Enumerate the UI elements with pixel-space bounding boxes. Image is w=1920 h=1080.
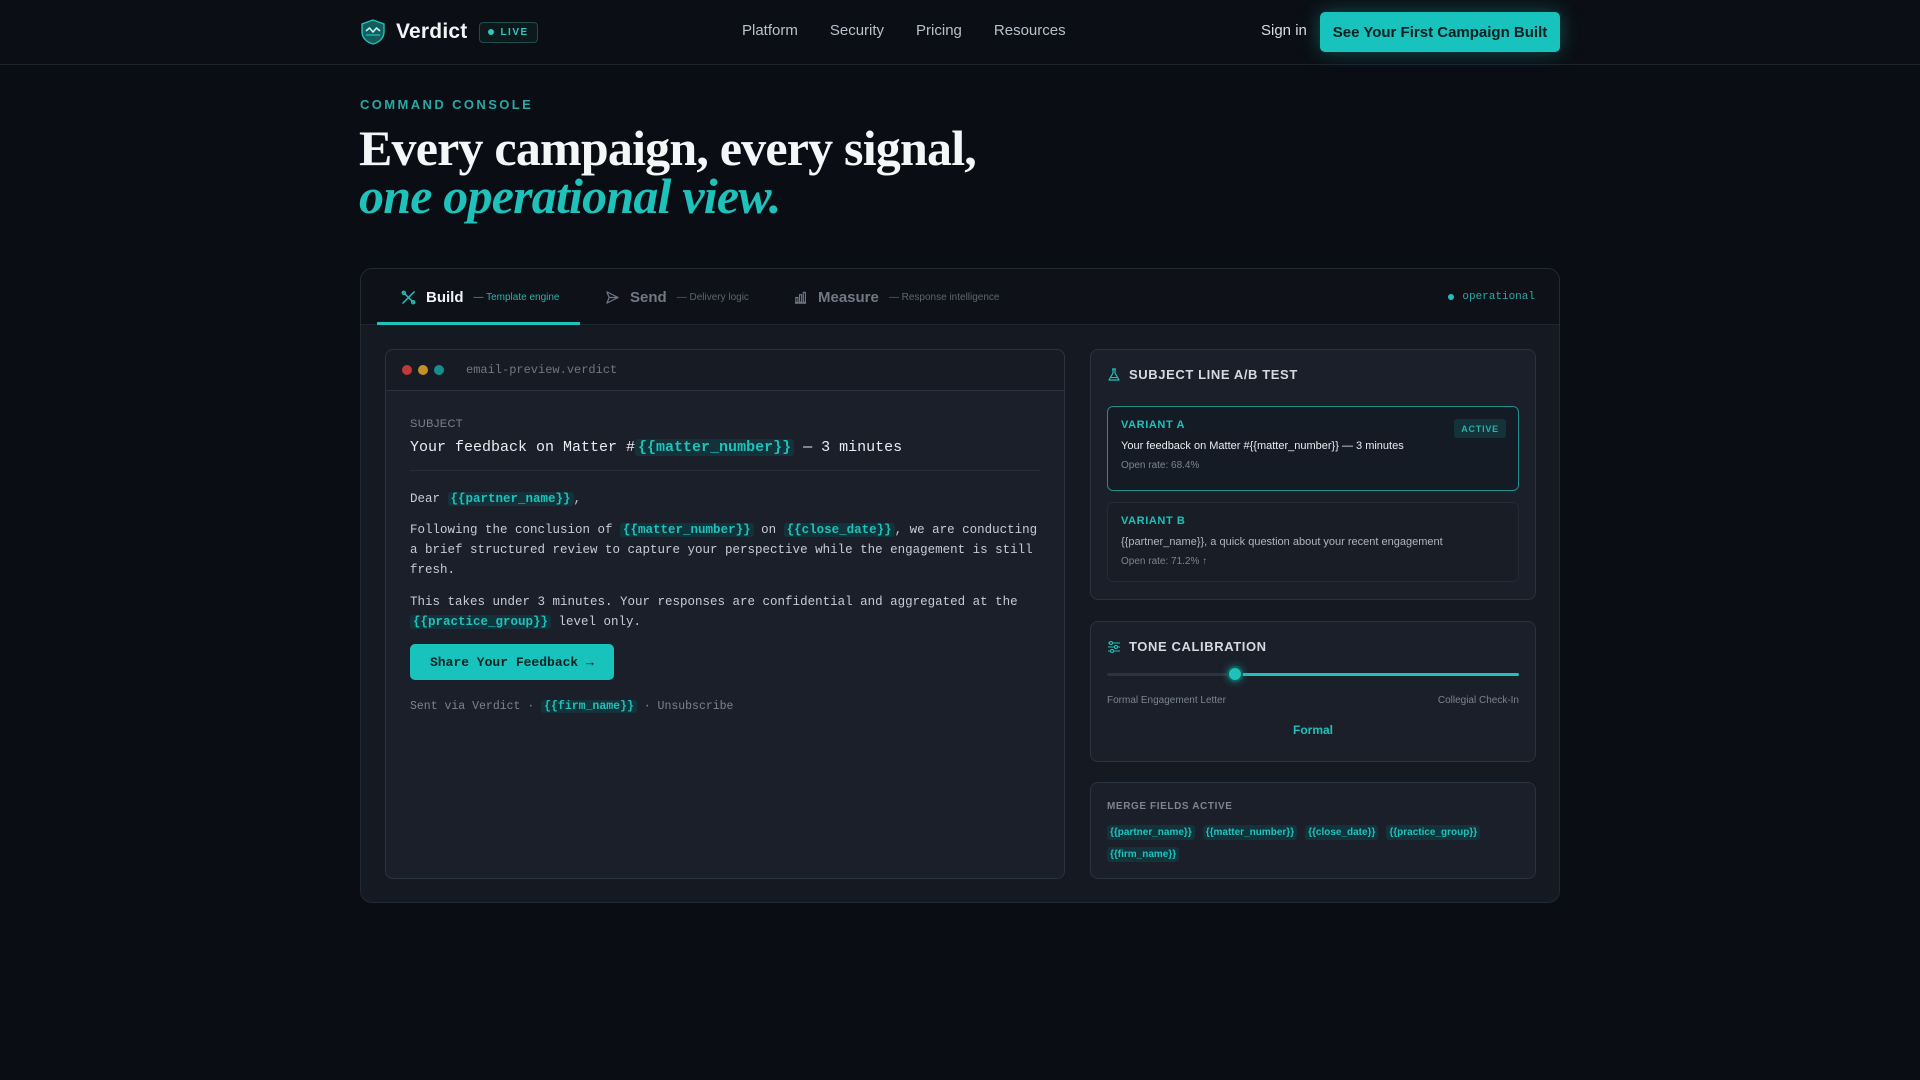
sliders-icon [1108,640,1120,653]
tone-title: TONE CALIBRATION [1107,639,1267,654]
hero-eyebrow: COMMAND CONSOLE [360,97,534,112]
tone-left-label: Formal Engagement Letter [1107,695,1226,706]
merge-field-chips: {{partner_name}} {{matter_number}} {{close… [1107,825,1519,869]
p2-text-b: level only. [551,615,642,629]
subject-prefix: Your feedback on Matter # [410,439,636,456]
status-text: operational [1462,291,1535,303]
tab-send-sub: — Delivery logic [676,291,749,303]
verdict-shield-icon [361,19,385,45]
live-label: LIVE [500,26,529,38]
p1-text-a: Following the conclusion of [410,523,621,537]
tone-slider-thumb[interactable] [1226,666,1243,682]
merge-field-matter-number: {{matter_number}} [635,439,795,456]
tab-send[interactable]: Send — Delivery logic [605,269,749,325]
unsubscribe-link[interactable]: · Unsubscribe [637,700,734,713]
footer-text-a: Sent via Verdict · [410,700,542,713]
hero-headline-accent: one operational view. [359,168,781,224]
merge-field-chip[interactable]: {{partner_name}} [1107,825,1195,840]
email-paragraph-1: Following the conclusion of {{matter_num… [410,520,1040,580]
email-preview-titlebar: email-preview.verdict [386,350,1064,391]
tone-slider[interactable] [1107,666,1519,682]
variant-a-label: VARIANT A [1121,419,1186,431]
p1-text-b: on [753,523,784,537]
merge-field-close-date: {{close_date}} [783,523,895,537]
merge-field-chip[interactable]: {{matter_number}} [1202,825,1298,840]
tone-title-text: TONE CALIBRATION [1129,639,1267,654]
active-tab-indicator [377,322,580,325]
window-close-dot-icon [402,365,412,375]
tone-value: Formal [1292,723,1333,737]
nav-link-resources[interactable]: Resources [994,22,1066,39]
variant-b-open-rate: Open rate: 71.2% ↑ [1121,556,1208,567]
nav-link-platform[interactable]: Platform [742,22,798,39]
bar-chart-icon [794,291,807,304]
tab-build[interactable]: Build — Template engine [401,269,559,325]
sign-in-link[interactable]: Sign in [1261,22,1307,39]
tab-measure[interactable]: Measure — Response intelligence [793,269,1000,325]
merge-field-practice-group: {{practice_group}} [410,615,552,629]
variant-b[interactable]: VARIANT B {{partner_name}}, a quick ques… [1107,502,1519,582]
window-minimize-dot-icon [418,365,428,375]
variant-b-label: VARIANT B [1121,515,1186,527]
system-status: operational [1448,291,1535,303]
tab-build-sub: — Template engine [473,291,560,303]
nav-links: Platform Security Pricing Resources [742,22,1098,39]
subject-label: SUBJECT [410,418,463,430]
live-dot-icon [488,29,495,35]
merge-field-partner-name: {{partner_name}} [447,492,574,506]
ab-test-title-text: SUBJECT LINE A/B TEST [1129,367,1298,382]
live-badge: LIVE [479,21,538,43]
tab-build-label: Build [426,288,464,306]
tab-send-label: Send [630,288,667,306]
status-dot-icon [1448,294,1455,300]
merge-fields-title: MERGE FIELDS ACTIVE [1107,801,1233,812]
tab-measure-sub: — Response intelligence [888,291,1000,303]
brand-name: Verdict [396,20,468,43]
variant-a[interactable]: VARIANT A ACTIVE Your feedback on Matter… [1107,406,1519,491]
merge-field-chip[interactable]: {{practice_group}} [1386,825,1481,840]
nav-link-security[interactable]: Security [830,22,884,39]
p2-text-a: This takes under 3 minutes. Your respons… [410,595,1018,609]
see-campaign-button[interactable]: See Your First Campaign Built [1320,12,1560,52]
variant-b-subject: {{partner_name}}, a quick question about… [1121,536,1443,548]
share-feedback-button[interactable]: Share Your Feedback → [410,644,614,680]
console-tabbar: Build — Template engine Send — Delivery … [361,269,1559,325]
send-icon [606,290,619,304]
brand[interactable]: Verdict LIVE [360,18,538,46]
email-paragraph-2: This takes under 3 minutes. Your respons… [410,592,1040,632]
active-badge: ACTIVE [1454,419,1506,438]
top-nav: Verdict LIVE Platform Security Pricing R… [0,0,1920,65]
variant-a-open-rate: Open rate: 68.4% [1121,460,1200,471]
email-footer: Sent via Verdict · {{firm_name}} · Unsub… [410,700,1040,713]
tone-right-label: Collegial Check-In [1437,695,1519,706]
ab-test-title: SUBJECT LINE A/B TEST [1107,367,1298,382]
variant-a-subject: Your feedback on Matter #{{matter_number… [1121,440,1404,452]
email-greeting: Dear {{partner_name}}, [410,489,1040,509]
tone-slider-fill [1234,673,1519,676]
merge-fields-card: MERGE FIELDS ACTIVE {{partner_name}} {{ma… [1090,782,1536,879]
subject-line: Your feedback on Matter # {{matter_number… [410,439,1040,471]
merge-field-matter-number: {{matter_number}} [620,523,754,537]
merge-field-chip[interactable]: {{firm_name}} [1107,847,1180,862]
command-console: Build — Template engine Send — Delivery … [360,268,1560,903]
nav-link-pricing[interactable]: Pricing [916,22,962,39]
email-body: SUBJECT Your feedback on Matter # {{matte… [410,418,1040,713]
greeting-end: , [573,492,582,506]
email-filename: email-preview.verdict [466,363,618,377]
feedback-button-wrap: Share Your Feedback → [410,644,1040,680]
tools-icon [401,290,416,304]
flask-icon [1108,367,1120,381]
tone-calibration-card: TONE CALIBRATION Formal Engagement Lette… [1090,621,1536,762]
tab-measure-label: Measure [818,288,879,306]
ab-test-card: SUBJECT LINE A/B TEST VARIANT A ACTIVE Y… [1090,349,1536,600]
subject-suffix: — 3 minutes [794,439,903,456]
merge-field-firm-name: {{firm_name}} [541,700,637,713]
window-maximize-dot-icon [434,365,444,375]
email-preview: email-preview.verdict SUBJECT Your feedb… [385,349,1065,879]
greeting-text: Dear [410,492,448,506]
merge-field-chip[interactable]: {{close_date}} [1305,825,1379,840]
